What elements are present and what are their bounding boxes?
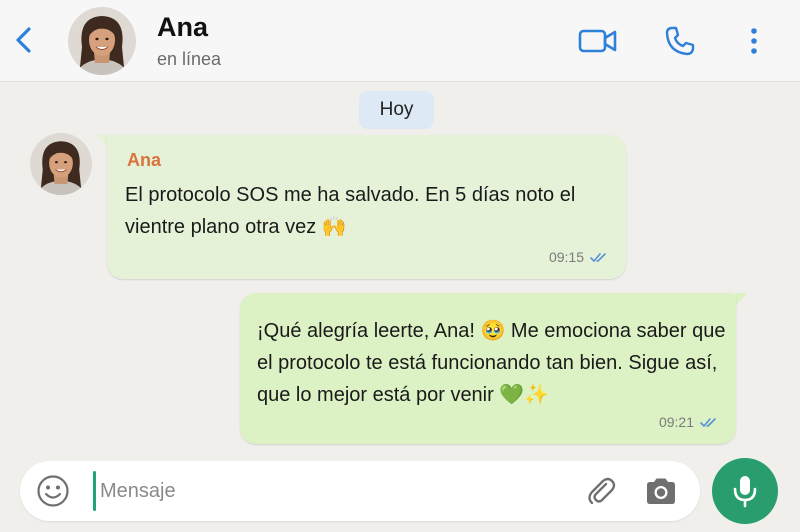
message-meta: 09:21 [659,414,718,430]
chevron-left-icon [16,27,31,53]
contact-name[interactable]: Ana [157,12,208,43]
message-time: 09:15 [548,249,584,265]
text-cursor [93,471,96,511]
voice-call-button[interactable] [662,22,698,60]
message-text: El protocolo SOS me ha salvado. En 5 día… [125,184,576,238]
emoji-button[interactable] [35,473,71,509]
message-text: ¡Qué alegría leerte, Ana! 🥹 Me emociona … [257,320,726,406]
outgoing-message[interactable]: ¡Qué alegría leerte, Ana! 🥹 Me emociona … [240,293,736,444]
emoji-smile-icon [37,475,69,507]
video-camera-icon [578,29,617,53]
message-sender: Ana [127,150,162,170]
double-check-icon [700,417,716,427]
message-meta: 09:15 [549,249,608,265]
message-composer [20,461,700,521]
chat-header: Ana en línea [0,0,800,82]
attach-button[interactable] [583,473,619,509]
incoming-message[interactable]: Ana El protocolo SOS me ha salvado. En 5… [107,135,626,279]
more-vertical-icon [751,28,757,54]
message-time: 09:21 [658,414,694,430]
voice-message-button[interactable] [712,458,778,524]
camera-icon [647,478,675,504]
more-options-button[interactable] [740,22,768,60]
sender-avatar[interactable] [30,133,92,195]
video-call-button[interactable] [577,22,619,60]
phone-icon [665,26,695,56]
double-check-icon [590,252,606,262]
date-separator: Hoy [359,91,434,129]
bubble-tail [736,293,748,305]
microphone-icon [733,476,757,508]
camera-button[interactable] [643,473,679,509]
message-list[interactable]: Hoy Ana El protocolo SOS me ha salvado. … [0,83,800,453]
paperclip-icon [588,477,616,505]
message-input[interactable] [100,473,570,509]
contact-avatar[interactable] [68,7,136,75]
back-button[interactable] [10,22,38,58]
contact-status: en línea [157,49,222,69]
